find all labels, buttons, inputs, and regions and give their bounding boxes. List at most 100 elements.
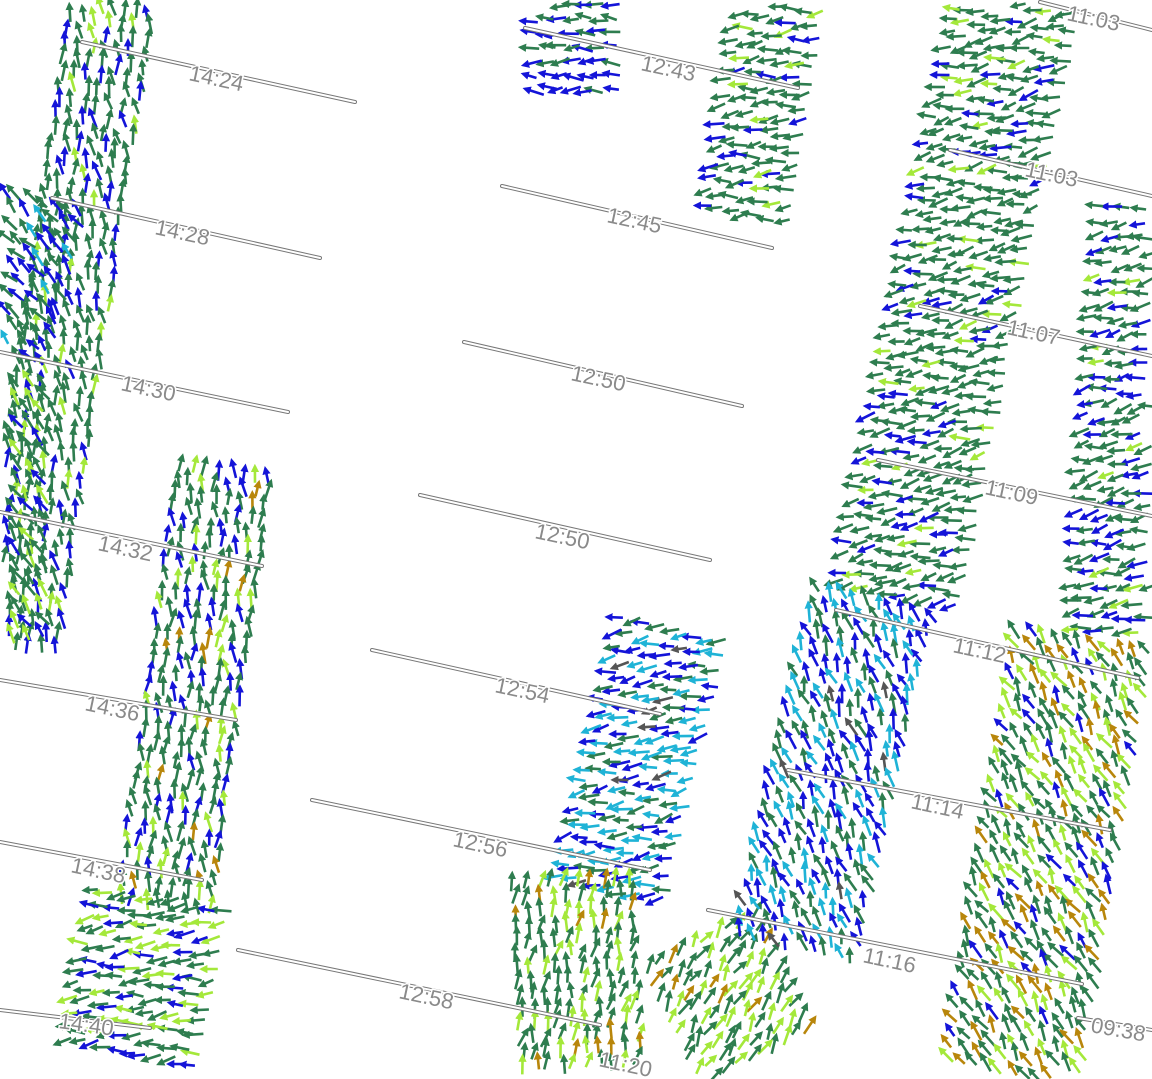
wind-arrow (549, 927, 558, 948)
wind-arrow (1115, 389, 1133, 398)
wind-arrow (868, 358, 890, 367)
wind-arrow (99, 237, 108, 255)
track-time-label: 11:12 (951, 632, 1008, 668)
wind-arrow (667, 1007, 677, 1023)
wind-arrow (856, 427, 875, 437)
wind-arrow (628, 909, 637, 929)
wind-arrow (542, 873, 563, 882)
wind-arrow (1025, 118, 1044, 128)
wind-arrow (631, 780, 649, 789)
wind-arrow (1084, 944, 1100, 961)
wind-arrow (1137, 640, 1150, 655)
wind-arrow (969, 335, 987, 344)
wind-arrow (205, 626, 214, 649)
wind-arrow (1062, 554, 1081, 563)
wind-arrow (1127, 640, 1137, 658)
track-time-label: 14:36 (83, 690, 142, 726)
wind-arrow (43, 265, 57, 284)
wind-arrow (84, 232, 93, 250)
wind-arrow (1071, 611, 1094, 620)
wind-arrow (926, 329, 946, 339)
wind-arrow (1004, 862, 1023, 879)
wind-arrow (644, 782, 666, 792)
wind-arrow (948, 433, 971, 442)
wind-arrow (1075, 313, 1097, 322)
wind-arrow (617, 966, 626, 984)
wind-arrow (909, 356, 928, 365)
wind-arrow (173, 567, 183, 587)
wind-arrow (55, 154, 65, 175)
wind-arrow (200, 839, 209, 859)
wind-arrow (1052, 925, 1066, 942)
wind-arrow (826, 738, 835, 757)
wind-arrow (817, 897, 827, 916)
wind-arrow (95, 0, 105, 15)
wind-arrow (6, 195, 17, 214)
wind-arrow (78, 3, 88, 22)
wind-arrow (1067, 755, 1077, 774)
wind-arrow (825, 581, 834, 602)
wind-arrow (891, 750, 900, 772)
wind-arrow (889, 263, 906, 274)
wind-arrow (859, 474, 876, 484)
wind-arrow (518, 17, 538, 26)
wind-arrow (699, 667, 719, 676)
wind-arrow (710, 1066, 724, 1079)
wind-arrow (29, 538, 45, 555)
wind-arrow (141, 717, 150, 738)
wind-arrow (101, 132, 111, 152)
wind-arrow (1, 514, 11, 535)
wind-arrow (949, 203, 971, 213)
wind-arrow (1035, 880, 1044, 897)
wind-arrow (917, 454, 937, 464)
wind-arrow (754, 70, 776, 79)
wind-arrow (136, 80, 145, 101)
wind-vector-map: 14:24 14:28 14:30 14:32 14:36 14:38 14:4… (0, 0, 1152, 1079)
wind-arrow (704, 1054, 718, 1067)
wind-arrow (826, 684, 835, 702)
wind-arrow (982, 799, 991, 819)
wind-arrow (1057, 26, 1075, 35)
wind-arrow (756, 45, 779, 54)
wind-arrow (808, 935, 817, 953)
wind-arrow (964, 1051, 978, 1066)
wind-arrow (634, 1004, 644, 1024)
wind-arrow (233, 587, 243, 607)
wind-arrow (1005, 792, 1022, 811)
wind-arrow (818, 836, 827, 854)
wind-arrow (533, 1051, 543, 1070)
wind-arrow (925, 411, 946, 422)
track-time-label: 09:38 (1089, 1012, 1148, 1046)
wind-arrow (56, 528, 65, 545)
wind-arrow (999, 1031, 1008, 1050)
wind-arrow (872, 831, 881, 854)
wind-arrow (1130, 462, 1152, 472)
wind-arrow (61, 371, 70, 391)
wind-arrow (1115, 708, 1128, 727)
wind-arrow (1010, 1014, 1022, 1033)
wind-arrow (690, 705, 710, 715)
wind-arrow (958, 307, 978, 316)
wind-arrow (53, 227, 65, 244)
wind-arrow (1075, 841, 1089, 860)
wind-arrow (83, 259, 92, 280)
wind-arrow (32, 455, 43, 475)
wind-arrow (904, 192, 924, 201)
wind-arrow (909, 281, 927, 290)
wind-arrow (1090, 856, 1100, 876)
wind-arrow (128, 786, 138, 805)
wind-arrow (257, 507, 267, 528)
wind-arrow (1120, 764, 1131, 786)
wind-arrow (912, 596, 933, 607)
wind-arrow (876, 590, 898, 599)
wind-arrow (1037, 708, 1049, 727)
wind-arrow (901, 652, 911, 674)
wind-arrow (959, 1009, 971, 1027)
wind-arrow (188, 951, 209, 960)
wind-arrow (177, 988, 199, 998)
wind-arrow (865, 729, 874, 752)
wind-arrow (809, 576, 820, 593)
wind-arrow (68, 1036, 86, 1046)
wind-arrow (874, 633, 883, 653)
wind-arrow (995, 43, 1016, 53)
